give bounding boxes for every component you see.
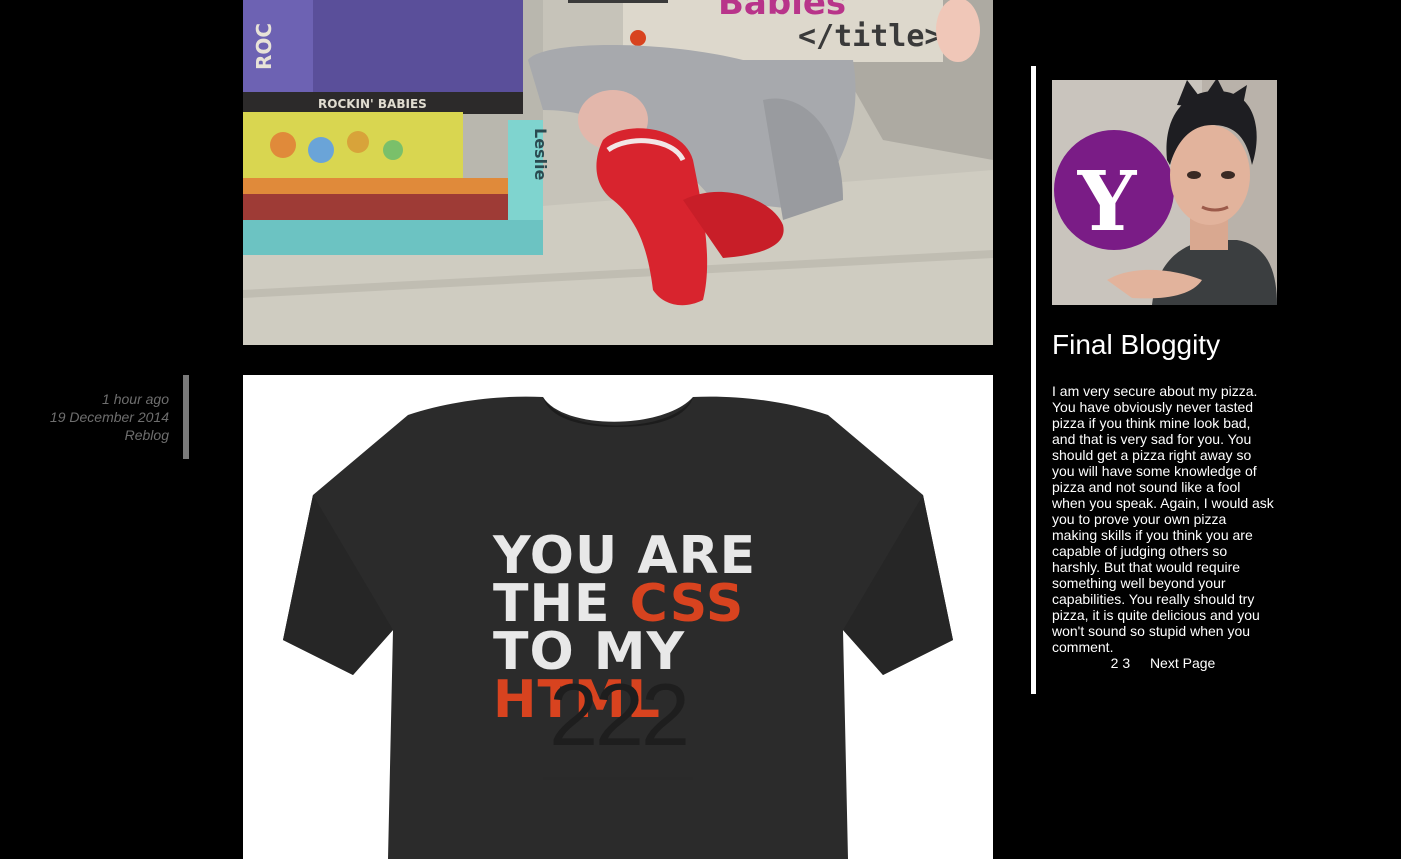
sign-title-tag: </title> <box>798 19 943 54</box>
pagination: 2 3 Next Page <box>1052 654 1274 672</box>
post-overlay-rule <box>543 777 693 780</box>
blog-avatar[interactable]: Y <box>1052 80 1277 305</box>
reblog-link[interactable]: Reblog <box>125 427 169 443</box>
blog-title[interactable]: Final Bloggity <box>1052 326 1220 364</box>
book-side-text: Leslie <box>531 128 550 181</box>
book-spine-left-text: ROC <box>252 23 276 70</box>
post-overlay-number: 222 <box>549 665 690 764</box>
book-spine-text: ROCKIN' BABIES <box>318 97 427 111</box>
post-photo-baby[interactable]: ROC ROCKIN' BABIES Leslie Babies </title… <box>243 0 993 345</box>
sidebar-divider <box>1031 66 1036 694</box>
next-page-link[interactable]: Next Page <box>1150 655 1215 671</box>
avatar-yahoo-letter: Y <box>1077 154 1138 250</box>
post-meta: 1 hour ago 19 December 2014 Reblog <box>0 390 169 444</box>
post-meta-divider <box>183 375 189 459</box>
post-photo-tshirt[interactable]: YOU ARE THE CSS TO MY HTML <box>243 375 993 859</box>
pagination-page-3[interactable]: 3 <box>1122 655 1130 671</box>
baby-photo-image: ROC ROCKIN' BABIES Leslie Babies </title… <box>243 0 993 345</box>
avatar-image: Y <box>1052 80 1277 305</box>
tshirt-photo-image: YOU ARE THE CSS TO MY HTML <box>243 375 993 859</box>
post-date: 19 December 2014 <box>49 409 169 425</box>
pagination-page-2[interactable]: 2 <box>1111 655 1119 671</box>
blog-description: I am very secure about my pizza. You hav… <box>1052 383 1274 655</box>
post-time-link[interactable]: 1 hour ago <box>102 391 169 407</box>
